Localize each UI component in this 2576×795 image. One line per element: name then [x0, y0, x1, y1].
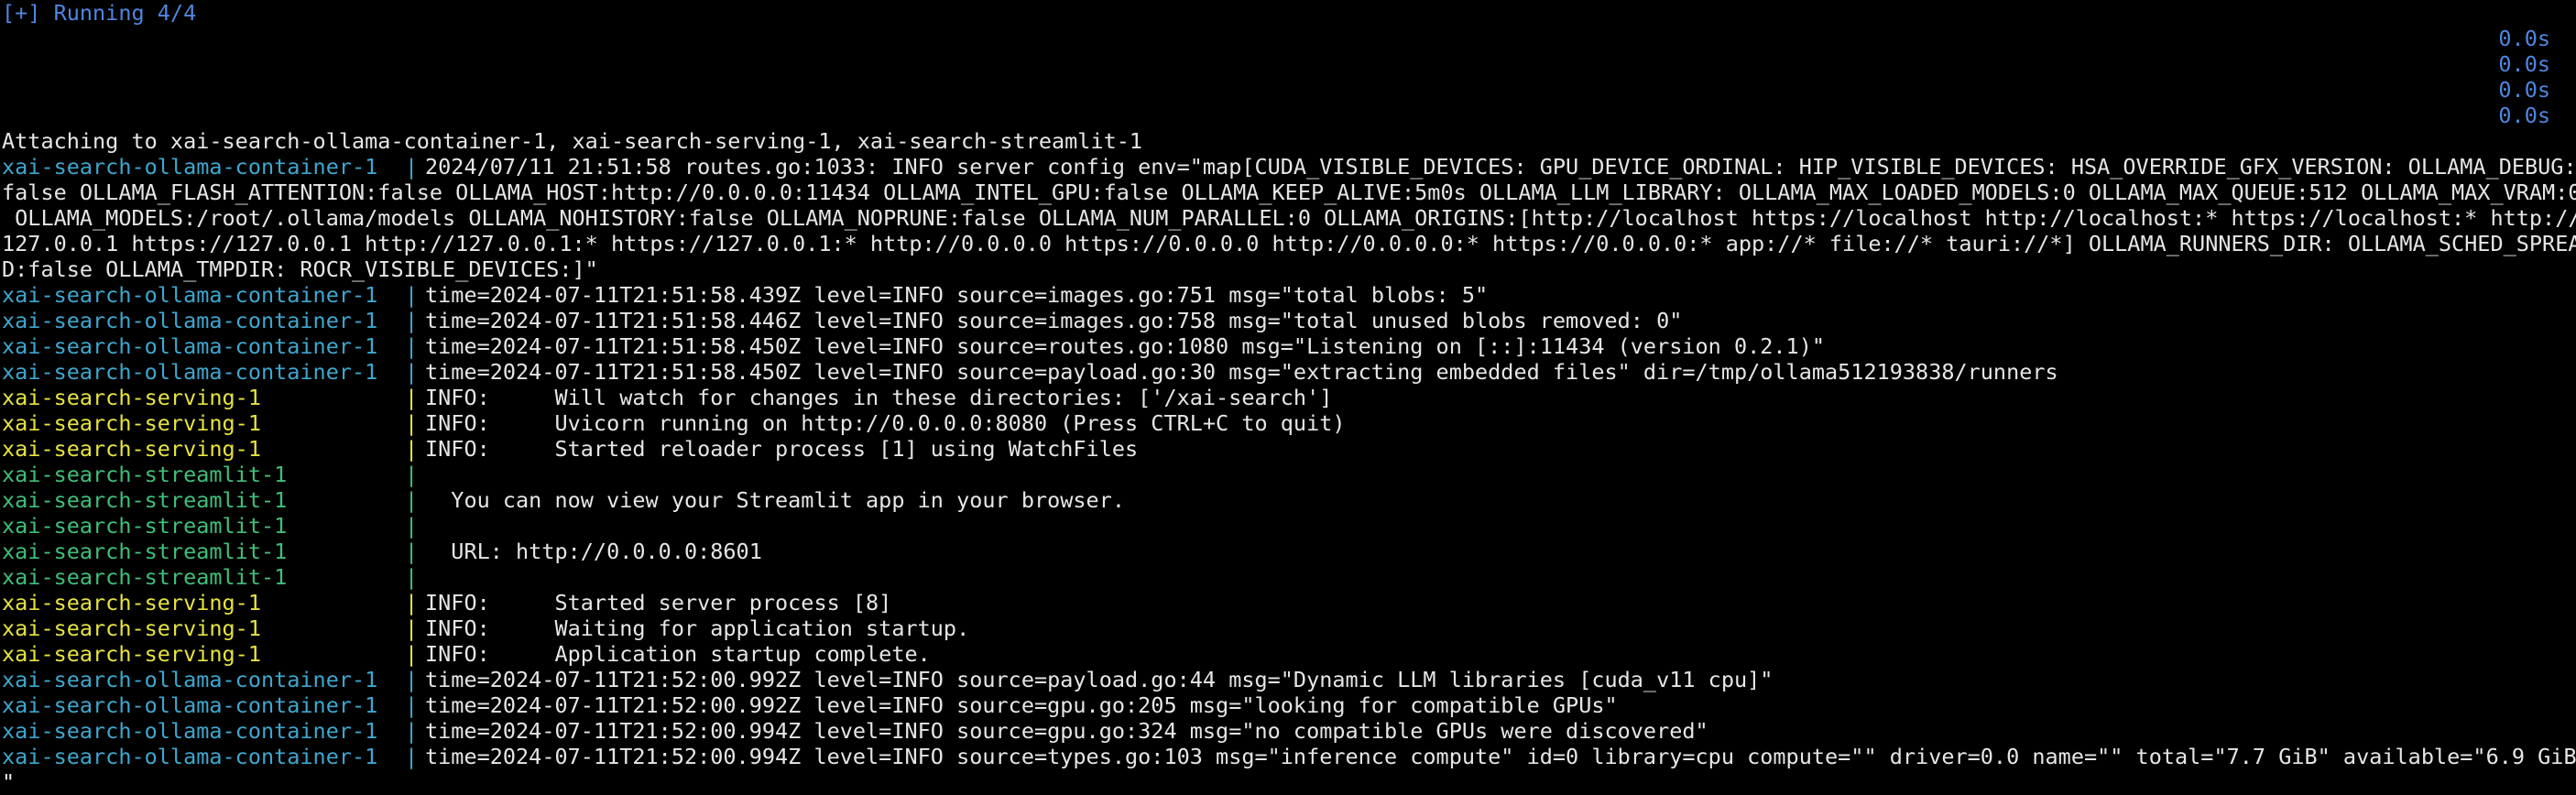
log-line: xai-search-ollama-container-1 | time=2024-… [2, 282, 2576, 308]
service-prefix: xai-search-streamlit-1 [2, 539, 288, 564]
service-prefix: xai-search-streamlit-1 [2, 564, 288, 590]
log-message: time=2024-07-11T21:52:00.994Z level=INFO… [425, 744, 2576, 769]
service-prefix: xai-search-serving-1 [2, 436, 261, 462]
log-line: xai-search-serving-1 | INFO: Started reloa… [2, 436, 2576, 462]
service-prefix: xai-search-ollama-container-1 [2, 308, 378, 333]
log-separator: | [405, 154, 419, 180]
log-line: xai-search-serving-1 | INFO: Waiting for a… [2, 615, 2576, 641]
service-prefix: xai-search-ollama-container-1 [2, 154, 378, 180]
log-separator: | [405, 513, 419, 539]
log-separator: | [405, 615, 419, 641]
service-prefix: xai-search-serving-1 [2, 385, 261, 410]
service-prefix: xai-search-streamlit-1 [2, 462, 288, 487]
attaching-line: Attaching to xai-search-ollama-container… [2, 128, 1143, 154]
service-prefix: xai-search-ollama-container-1 [2, 667, 378, 692]
log-message: INFO: Application startup complete. [425, 641, 931, 667]
log-line: xai-search-ollama-container-1 | time=2024-… [2, 718, 2576, 744]
log-separator: | [405, 539, 419, 564]
log-message: time=2024-07-11T21:52:00.992Z level=INFO… [425, 692, 1618, 718]
log-message: INFO: Started reloader process [1] using… [425, 436, 1139, 462]
log-separator: | [405, 590, 419, 615]
log-line: xai-search-serving-1 | INFO: Uvicorn runni… [2, 410, 2576, 436]
log-message: INFO: Started server process [8] [425, 590, 892, 615]
log-line: xai-search-ollama-container-1 | time=2024-… [2, 692, 2576, 718]
log-separator: | [405, 282, 419, 308]
log-line: xai-search-streamlit-1 | You can now view… [2, 487, 2576, 513]
terminal-window[interactable]: [+] Running 4/4 ⠿ Network xai-search_xai… [0, 0, 2576, 795]
log-separator: | [405, 462, 419, 487]
log-line: xai-search-streamlit-1 | [2, 462, 2576, 487]
log-separator: | [405, 436, 419, 462]
log-line-continuation: D:false OLLAMA_TMPDIR: ROCR_VISIBLE_DEVI… [2, 256, 598, 282]
status-row-network: ⠿ Network xai-search_xai-networkCreated … [2, 26, 2576, 51]
log-message: time=2024-07-11T21:52:00.992Z level=INFO… [425, 667, 1774, 692]
log-line: xai-search-ollama-container-1 | 2024/07/11… [2, 154, 2576, 180]
log-line-continuation: 127.0.0.1 https://127.0.0.1 http://127.0… [2, 231, 2576, 256]
status-row-streamlit: ⠿ Container xai-search-streamlit-1Create… [2, 51, 2576, 77]
log-line-continuation: " [2, 769, 16, 795]
log-separator: | [405, 718, 419, 744]
log-message: time=2024-07-11T21:51:58.450Z level=INFO… [425, 359, 2058, 385]
log-line: xai-search-ollama-container-1 | time=2024-… [2, 308, 2576, 333]
service-prefix: xai-search-serving-1 [2, 410, 261, 436]
log-message: INFO: Uvicorn running on http://0.0.0.0:… [425, 410, 1346, 436]
status-row-serving: ⠿ Container xai-search-serving-1Created … [2, 103, 2576, 128]
log-separator: | [405, 359, 419, 385]
log-line: xai-search-streamlit-1 | [2, 564, 2576, 590]
status-time: 0.0s [2498, 26, 2550, 51]
log-message: INFO: Waiting for application startup. [425, 615, 970, 641]
log-message: INFO: Will watch for changes in these di… [425, 385, 1333, 410]
log-line: xai-search-ollama-container-1 | time=2024-… [2, 744, 2576, 769]
log-line: xai-search-streamlit-1 | [2, 513, 2576, 539]
service-prefix: xai-search-ollama-container-1 [2, 333, 378, 359]
log-separator: | [405, 308, 419, 333]
service-prefix: xai-search-ollama-container-1 [2, 282, 378, 308]
service-prefix: xai-search-serving-1 [2, 641, 261, 667]
log-line: xai-search-ollama-container-1 | time=2024-… [2, 667, 2576, 692]
log-separator: | [405, 385, 419, 410]
log-line: xai-search-ollama-container-1 | time=2024-… [2, 359, 2576, 385]
log-message: time=2024-07-11T21:52:00.994Z level=INFO… [425, 718, 1708, 744]
log-line: xai-search-streamlit-1 | URL: http://0.0.… [2, 539, 2576, 564]
status-time: 0.0s [2498, 51, 2550, 77]
log-line: xai-search-serving-1 | INFO: Will watch fo… [2, 385, 2576, 410]
log-separator: | [405, 333, 419, 359]
status-row-ollama: ⠿ Container xai-search-ollama-container-… [2, 77, 2576, 103]
log-separator: | [405, 487, 419, 513]
service-prefix: xai-search-ollama-container-1 [2, 692, 378, 718]
log-line: xai-search-ollama-container-1 | time=2024-… [2, 333, 2576, 359]
status-time: 0.0s [2498, 77, 2550, 103]
service-prefix: xai-search-streamlit-1 [2, 487, 288, 513]
streamlit-url[interactable]: URL: http://0.0.0.0:8601 [425, 539, 762, 564]
running-header: [+] Running 4/4 [2, 0, 197, 26]
log-message: time=2024-07-11T21:51:58.446Z level=INFO… [425, 308, 1683, 333]
log-message: time=2024-07-11T21:51:58.450Z level=INFO… [425, 333, 1826, 359]
log-line-continuation: OLLAMA_MODELS:/root/.ollama/models OLLAM… [2, 205, 2576, 231]
log-separator: | [405, 410, 419, 436]
log-line: xai-search-serving-1 | INFO: Started serve… [2, 590, 2576, 615]
service-prefix: xai-search-ollama-container-1 [2, 744, 378, 769]
log-separator: | [405, 744, 419, 769]
log-line: xai-search-serving-1 | INFO: Application s… [2, 641, 2576, 667]
log-separator: | [405, 564, 419, 590]
log-line-continuation: false OLLAMA_FLASH_ATTENTION:false OLLAM… [2, 180, 2576, 205]
service-prefix: xai-search-ollama-container-1 [2, 718, 378, 744]
service-prefix: xai-search-serving-1 [2, 590, 261, 615]
log-message: You can now view your Streamlit app in y… [425, 487, 1126, 513]
log-message: 2024/07/11 21:51:58 routes.go:1033: INFO… [425, 154, 2576, 180]
log-separator: | [405, 641, 419, 667]
service-prefix: xai-search-streamlit-1 [2, 513, 288, 539]
service-prefix: xai-search-serving-1 [2, 615, 261, 641]
status-time: 0.0s [2498, 103, 2550, 128]
log-separator: | [405, 667, 419, 692]
log-message: time=2024-07-11T21:51:58.439Z level=INFO… [425, 282, 1489, 308]
log-separator: | [405, 692, 419, 718]
service-prefix: xai-search-ollama-container-1 [2, 359, 378, 385]
